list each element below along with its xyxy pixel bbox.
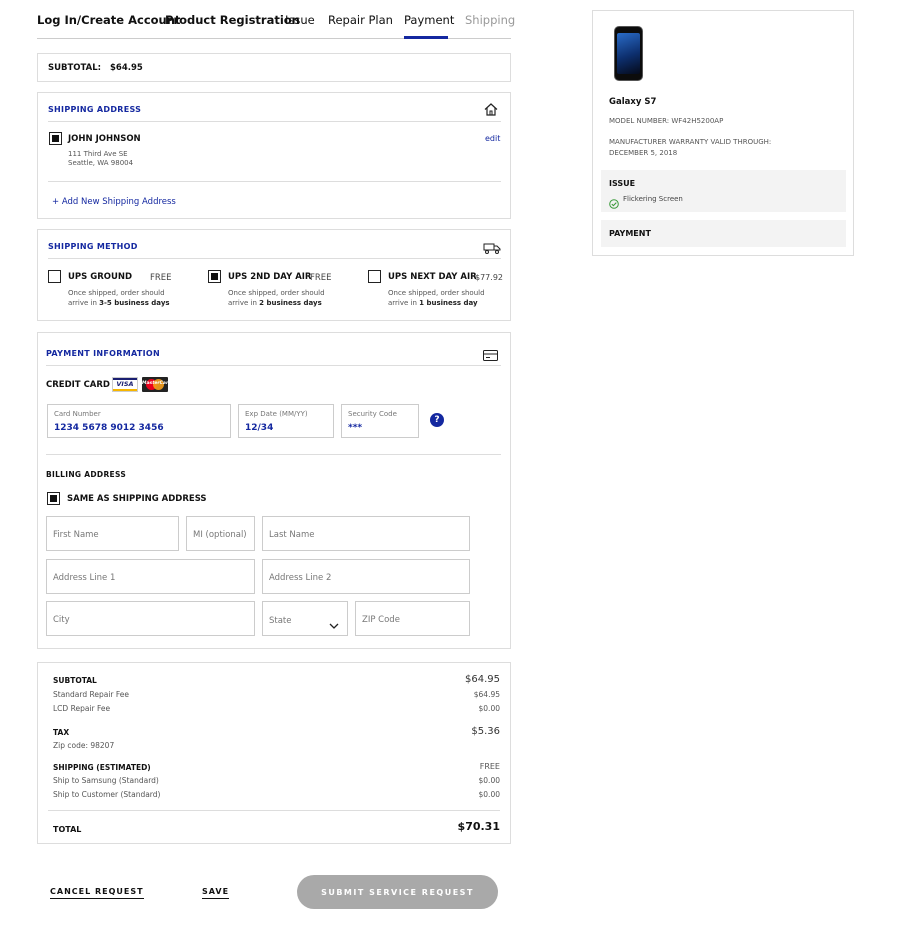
edit-address-link[interactable]: edit	[485, 134, 500, 143]
subtotal-bar-value: $64.95	[110, 63, 143, 73]
billing-address-title: BILLING ADDRESS	[46, 470, 127, 479]
shipping-address-section: SHIPPING ADDRESS JOHN JOHNSON 111 Third …	[37, 92, 511, 219]
security-code-help-icon[interactable]: ?	[430, 413, 444, 427]
city-input[interactable]: City	[46, 601, 255, 636]
check-circle-icon	[609, 194, 619, 213]
state-select[interactable]: State	[262, 601, 348, 636]
lcd-fee-label: LCD Repair Fee	[53, 704, 111, 713]
summary-subtotal-label: SUBTOTAL	[53, 676, 97, 685]
credit-card-label: CREDIT CARD	[46, 380, 110, 390]
ups-2nd-day-price: FREE	[310, 273, 332, 283]
subtotal-bar: SUBTOTAL: $64.95	[37, 53, 511, 82]
tab-repair-plan[interactable]: Repair Plan	[328, 13, 393, 27]
summary-tax-label: TAX	[53, 728, 70, 737]
model-number: MODEL NUMBER: WF42H5200AP	[609, 117, 724, 125]
summary-subtotal-value: $64.95	[465, 674, 500, 685]
visa-logo: VISA	[112, 377, 138, 392]
active-tab-indicator	[404, 36, 448, 39]
standard-fee-label: Standard Repair Fee	[53, 690, 130, 699]
address-line1-input[interactable]: Address Line 1	[46, 559, 255, 594]
zip-code-input[interactable]: ZIP Code	[355, 601, 470, 636]
ups-next-day-price: $77.92	[475, 273, 503, 282]
product-name: Galaxy S7	[609, 97, 657, 107]
lcd-fee-value: $0.00	[478, 704, 500, 713]
shipping-address-checkbox[interactable]	[49, 132, 62, 145]
exp-date-field[interactable]: Exp Date (MM/YY) 12/34	[238, 404, 334, 438]
tax-zip-label: Zip code: 98207	[53, 741, 115, 750]
summary-tax-value: $5.36	[471, 726, 500, 737]
payment-panel: PAYMENT	[601, 220, 846, 247]
ship-customer-value: $0.00	[478, 790, 500, 799]
subtotal-bar-label: SUBTOTAL:	[48, 63, 102, 73]
phone-image	[614, 26, 643, 81]
summary-shipping-label: SHIPPING (ESTIMATED)	[53, 763, 151, 772]
security-code-label: Security Code	[348, 410, 397, 418]
shipping-name: JOHN JOHNSON	[68, 134, 141, 144]
summary-total-label: TOTAL	[53, 825, 82, 834]
standard-fee-value: $64.95	[473, 690, 500, 699]
tab-login[interactable]: Log In/Create Account	[37, 13, 180, 27]
last-name-input[interactable]: Last Name	[262, 516, 470, 551]
tab-payment[interactable]: Payment	[404, 13, 454, 27]
issue-title: ISSUE	[609, 179, 636, 188]
home-icon	[484, 101, 498, 120]
save-button[interactable]: SAVE	[202, 887, 230, 899]
issue-panel: ISSUE Flickering Screen	[601, 170, 846, 212]
cancel-request-button[interactable]: CANCEL REQUEST	[50, 887, 144, 899]
ship-customer-label: Ship to Customer (Standard)	[53, 790, 161, 799]
progress-tabs: Log In/Create Account Product Registrati…	[37, 0, 515, 39]
shipping-method-section: SHIPPING METHOD UPS GROUND FREE Once shi…	[37, 229, 511, 321]
tab-issue[interactable]: Issue	[285, 13, 315, 27]
shipping-method-title: SHIPPING METHOD	[48, 242, 138, 251]
shipping-line1: 111 Third Ave SE	[68, 150, 128, 158]
ship-samsung-label: Ship to Samsung (Standard)	[53, 776, 159, 785]
ups-ground-price: FREE	[150, 273, 172, 283]
ups-next-day-checkbox[interactable]	[368, 270, 381, 283]
summary-total-value: $70.31	[457, 820, 500, 833]
tab-shipping[interactable]: Shipping	[465, 13, 515, 27]
ups-2nd-day-name: UPS 2ND DAY AIR	[228, 272, 312, 282]
chevron-down-icon	[329, 615, 339, 634]
exp-date-label: Exp Date (MM/YY)	[245, 410, 308, 418]
address-line2-input[interactable]: Address Line 2	[262, 559, 470, 594]
exp-date-value: 12/34	[245, 423, 274, 433]
payment-information-title: PAYMENT INFORMATION	[46, 349, 160, 358]
ups-next-day-desc: Once shipped, order should arrive in 1 b…	[388, 289, 485, 307]
same-as-shipping-checkbox[interactable]	[47, 492, 60, 505]
card-number-value: 1234 5678 9012 3456	[54, 423, 164, 433]
ups-2nd-day-checkbox[interactable]	[208, 270, 221, 283]
ups-ground-desc: Once shipped, order should arrive in 3-5…	[68, 289, 170, 307]
ups-ground-name: UPS GROUND	[68, 272, 133, 282]
ship-samsung-value: $0.00	[478, 776, 500, 785]
same-as-shipping-label: SAME AS SHIPPING ADDRESS	[67, 494, 207, 504]
credit-card-icon	[483, 346, 498, 365]
tab-product-registration[interactable]: Product Registration	[165, 13, 300, 27]
shipping-address-title: SHIPPING ADDRESS	[48, 105, 142, 114]
ups-2nd-day-desc: Once shipped, order should arrive in 2 b…	[228, 289, 325, 307]
product-summary-sidebar: Galaxy S7 MODEL NUMBER: WF42H5200AP MANU…	[592, 10, 854, 256]
ups-next-day-name: UPS NEXT DAY AIR	[388, 272, 477, 282]
submit-service-request-button[interactable]: SUBMIT SERVICE REQUEST	[297, 875, 498, 909]
issue-item: Flickering Screen	[623, 195, 683, 203]
add-new-address-link[interactable]: + Add New Shipping Address	[52, 197, 176, 207]
shipping-line2: Seattle, WA 98004	[68, 159, 134, 167]
warranty-info: MANUFACTURER WARRANTY VALID THROUGH: DEC…	[609, 138, 772, 157]
card-number-field[interactable]: Card Number 1234 5678 9012 3456	[47, 404, 231, 438]
first-name-input[interactable]: First Name	[46, 516, 179, 551]
security-code-field[interactable]: Security Code ***	[341, 404, 419, 438]
payment-information-section: PAYMENT INFORMATION CREDIT CARD VISA Mas…	[37, 332, 511, 649]
security-code-value: ***	[348, 423, 363, 433]
summary-shipping-value: FREE	[479, 762, 500, 771]
card-number-label: Card Number	[54, 410, 101, 418]
mastercard-logo: MasterCard	[142, 377, 168, 392]
middle-initial-input[interactable]: MI (optional)	[186, 516, 255, 551]
payment-panel-title: PAYMENT	[609, 229, 651, 238]
order-summary: SUBTOTAL $64.95 Standard Repair Fee $64.…	[37, 662, 511, 844]
ups-ground-checkbox[interactable]	[48, 270, 61, 283]
truck-icon	[483, 239, 501, 258]
